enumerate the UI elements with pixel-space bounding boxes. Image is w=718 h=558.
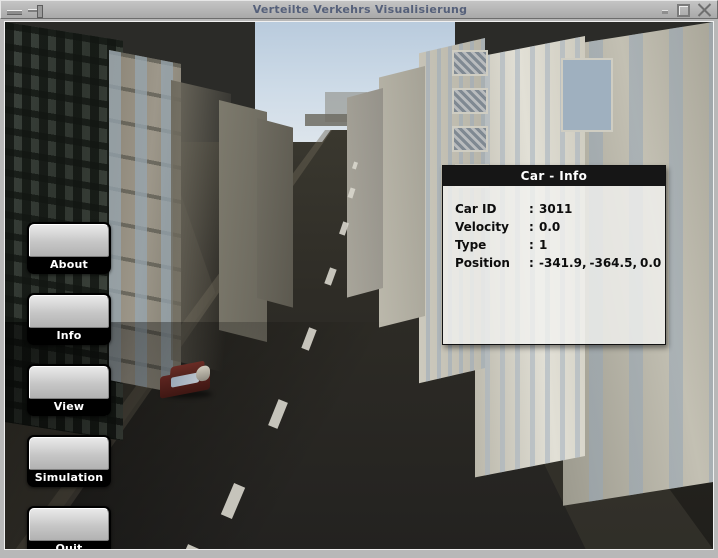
car-info-row: Car ID : 3011 xyxy=(455,200,665,218)
velocity-value: 0.0 xyxy=(539,220,561,234)
about-button[interactable]: About xyxy=(27,222,111,274)
city-scene: About Info View Simulation Quit Car - In… xyxy=(5,22,713,549)
position-x: -341.9 xyxy=(539,256,582,270)
position-label: Position xyxy=(455,256,510,270)
velocity-label: Velocity xyxy=(455,220,509,234)
car-info-row: Position : -341.9 , -364.5 , 0.0 xyxy=(455,254,665,272)
car-info-body: Car ID : 3011 Velocity : 0.0 Type : 1 Po… xyxy=(443,186,665,344)
building-right-4 xyxy=(379,66,425,328)
info-button[interactable]: Info xyxy=(27,293,111,345)
button-face xyxy=(29,508,109,541)
view-button[interactable]: View xyxy=(27,364,111,416)
building-window xyxy=(452,88,488,114)
building-window xyxy=(561,58,613,132)
simulation-button-label: Simulation xyxy=(34,471,104,484)
car-info-row: Type : 1 xyxy=(455,236,665,254)
application-window: Verteilte Verkehrs Visualisierung About … xyxy=(0,0,718,558)
building-window xyxy=(452,126,488,152)
maximize-icon[interactable] xyxy=(677,4,690,17)
window-title: Verteilte Verkehrs Visualisierung xyxy=(252,3,468,16)
position-separator-1: , xyxy=(581,256,587,270)
info-button-label: Info xyxy=(56,329,82,342)
car-id-value: 3011 xyxy=(539,202,573,216)
position-separator-2: , xyxy=(632,256,637,270)
car-info-row: Velocity : 0.0 xyxy=(455,218,665,236)
position-y: -364.5 xyxy=(589,256,633,270)
3d-viewport[interactable]: About Info View Simulation Quit Car - In… xyxy=(4,21,714,550)
button-face xyxy=(29,366,109,399)
simulation-button[interactable]: Simulation xyxy=(27,435,111,487)
car-id-label: Car ID xyxy=(455,202,497,216)
quit-button-label: Quit xyxy=(55,542,83,549)
type-label: Type xyxy=(455,238,487,252)
close-icon[interactable] xyxy=(697,3,712,18)
colon: : xyxy=(529,238,534,252)
button-face xyxy=(29,437,109,470)
quit-button[interactable]: Quit xyxy=(27,506,111,549)
button-face xyxy=(29,224,109,257)
car-info-panel[interactable]: Car - Info Car ID : 3011 Velocity : 0.0 … xyxy=(442,165,666,345)
button-face xyxy=(29,295,109,328)
type-value: 1 xyxy=(539,238,548,252)
car-info-title: Car - Info xyxy=(443,166,665,186)
colon: : xyxy=(529,202,534,216)
building-left-5 xyxy=(257,118,293,308)
about-button-label: About xyxy=(49,258,89,271)
position-z: 0.0 xyxy=(640,256,662,270)
vehicle-car[interactable] xyxy=(160,360,212,399)
title-bar-right-controls xyxy=(661,3,712,18)
control-button-column: About Info View Simulation Quit xyxy=(27,222,111,549)
minimize-icon[interactable] xyxy=(661,6,670,15)
title-bar: Verteilte Verkehrs Visualisierung xyxy=(0,0,718,19)
colon: : xyxy=(529,256,534,270)
colon: : xyxy=(529,220,534,234)
building-window xyxy=(452,50,488,76)
view-button-label: View xyxy=(53,400,85,413)
